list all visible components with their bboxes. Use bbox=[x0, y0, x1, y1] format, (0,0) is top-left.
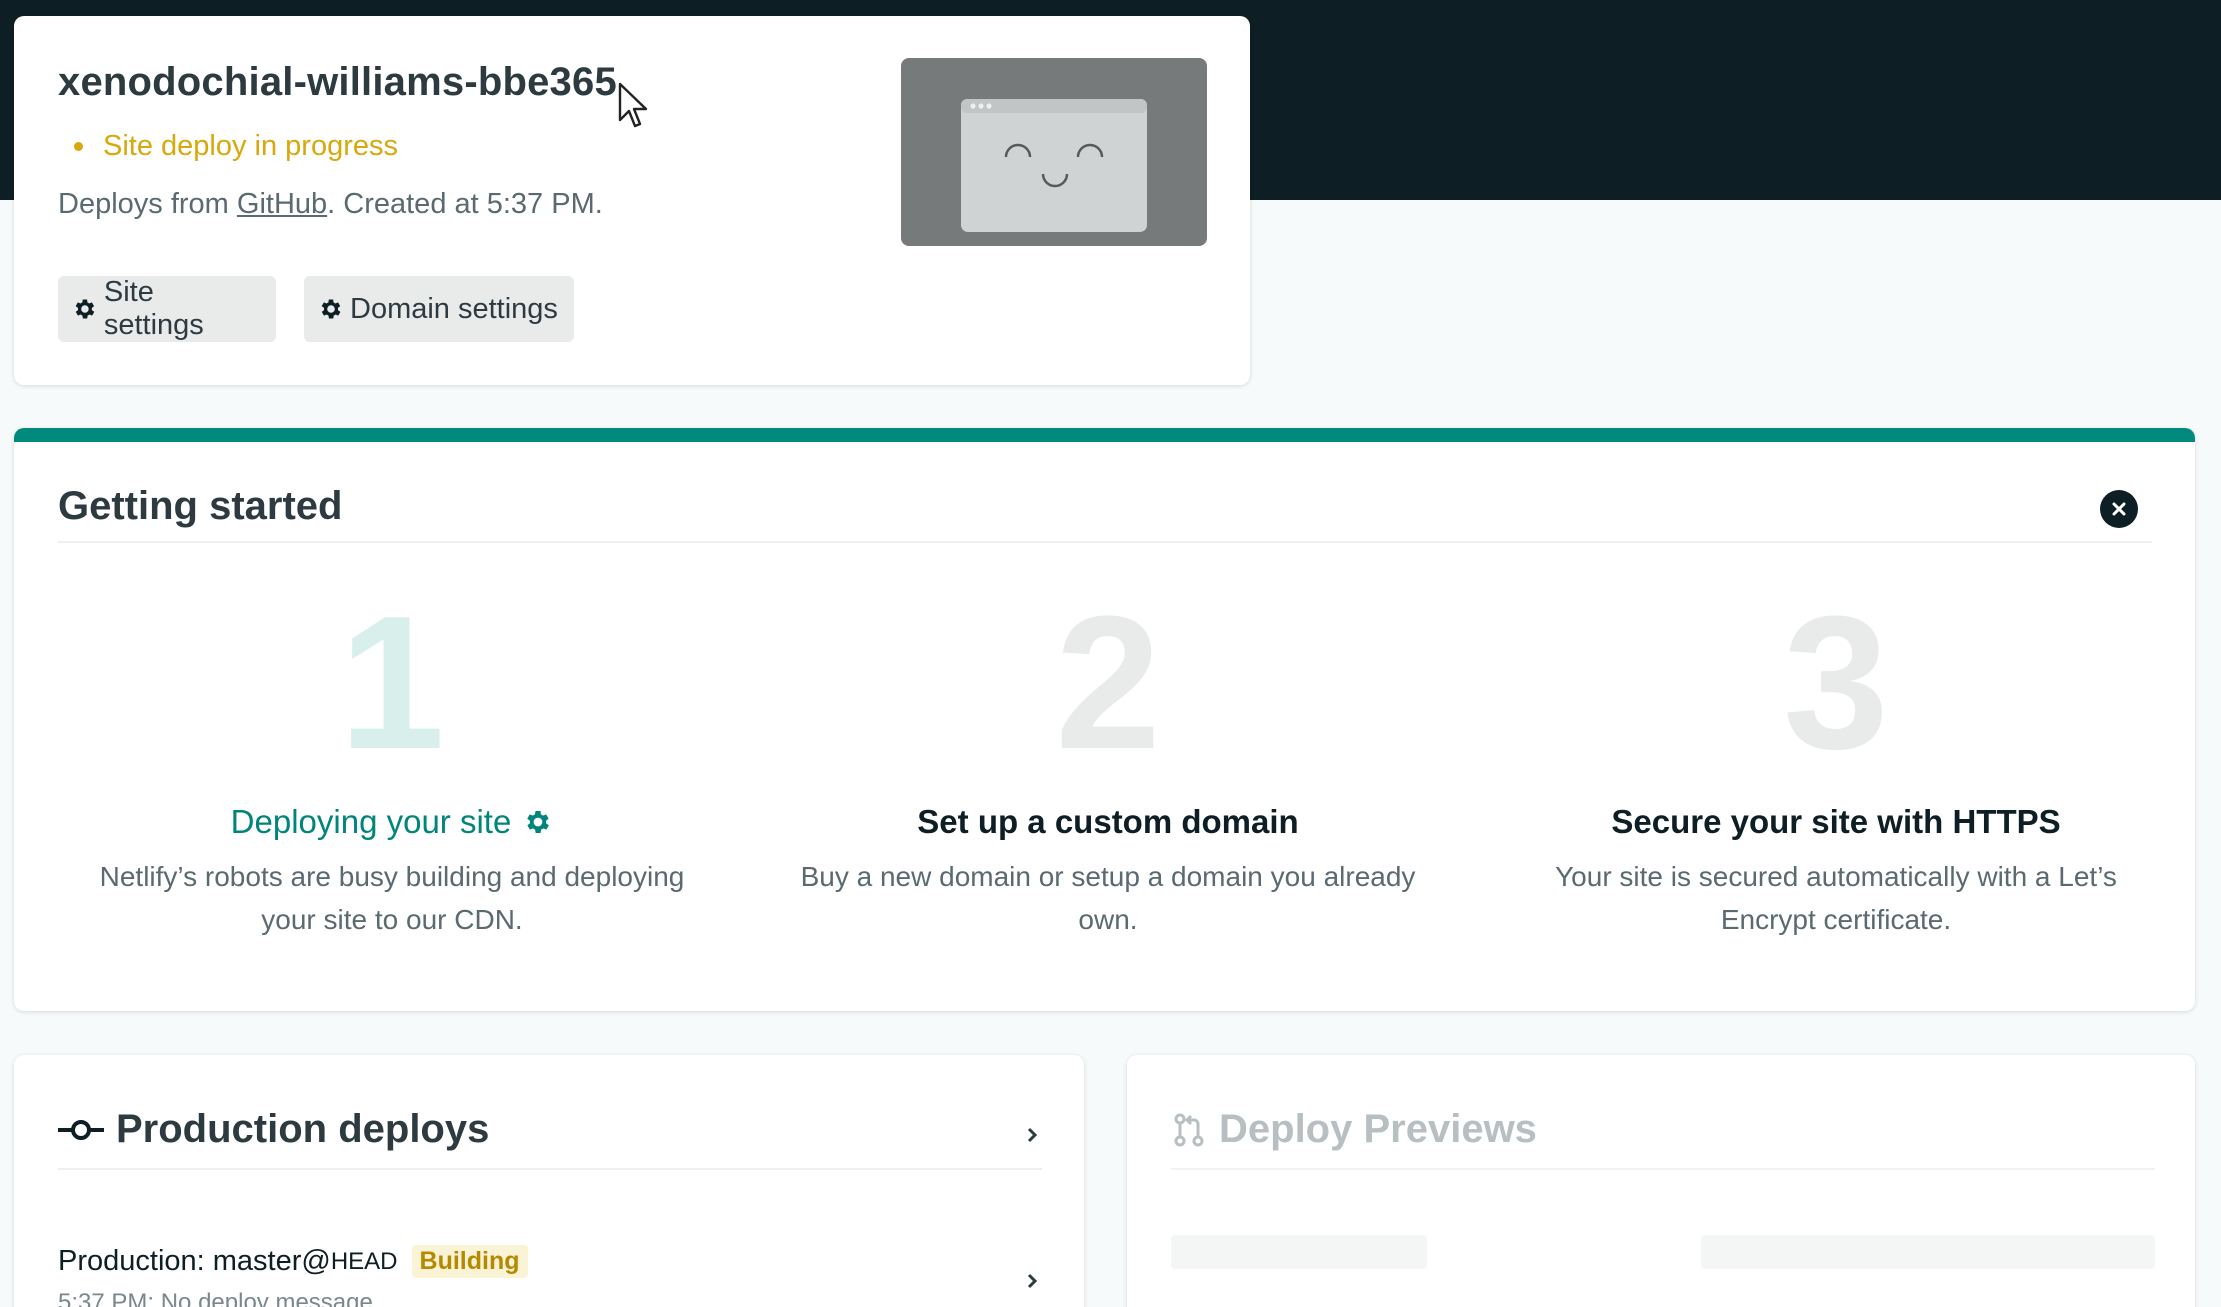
step-https[interactable]: 3 Secure your site with HTTPS Your site … bbox=[1506, 577, 2166, 941]
created-at-text: . Created at 5:37 PM. bbox=[327, 188, 603, 220]
step-number: 1 bbox=[339, 577, 445, 789]
smiley-browser-icon bbox=[961, 99, 1147, 232]
deploy-previews-card: Deploy Previews bbox=[1127, 1055, 2195, 1307]
gear-icon bbox=[75, 299, 95, 319]
gear-spinner-icon bbox=[527, 811, 550, 833]
github-link[interactable]: GitHub bbox=[237, 188, 327, 220]
status-badge: Building bbox=[411, 1245, 528, 1278]
chevron-right-icon[interactable] bbox=[1022, 1125, 1042, 1145]
divider bbox=[58, 1168, 1042, 1170]
site-overview-card: xenodochial-williams-bbe365 Site deploy … bbox=[14, 16, 1250, 385]
deploy-status: Site deploy in progress bbox=[58, 130, 398, 163]
step-description: Netlify’s robots are busy building and d… bbox=[99, 861, 685, 935]
step-deploying: 1 Deploying your site Netlify’s robots a… bbox=[62, 577, 722, 941]
close-button[interactable] bbox=[2100, 490, 2138, 528]
site-settings-button[interactable]: Site settings bbox=[58, 276, 276, 342]
step-number: 3 bbox=[1783, 577, 1889, 789]
domain-settings-label: Domain settings bbox=[350, 292, 558, 325]
divider bbox=[58, 541, 2152, 543]
deploy-previews-header[interactable]: Deploy Previews bbox=[1171, 1107, 1537, 1152]
production-deploys-header[interactable]: Production deploys bbox=[58, 1107, 489, 1152]
getting-started-title: Getting started bbox=[58, 484, 343, 528]
domain-settings-button[interactable]: Domain settings bbox=[304, 276, 574, 342]
step-description: Buy a new domain or setup a domain you a… bbox=[800, 861, 1416, 935]
loading-placeholder bbox=[1701, 1235, 2155, 1269]
site-settings-label: Site settings bbox=[103, 276, 204, 341]
deploy-row[interactable]: Production: master@ HEAD Building bbox=[58, 1245, 528, 1278]
deploy-branch-label: Production: master@ bbox=[58, 1245, 331, 1277]
deploys-prefix: Deploys from bbox=[58, 188, 237, 220]
deploy-previews-title: Deploy Previews bbox=[1219, 1107, 1537, 1151]
step-title-text: Deploying your site bbox=[230, 803, 512, 840]
deploys-from-text: Deploys from GitHub. Created at 5:37 PM. bbox=[58, 188, 603, 221]
close-icon bbox=[2112, 502, 2126, 516]
getting-started-card: Getting started 1 Deploying your site Ne… bbox=[14, 428, 2195, 1011]
site-name: xenodochial-williams-bbe365 bbox=[58, 60, 617, 104]
commit-icon bbox=[58, 1119, 104, 1140]
mouse-cursor-icon bbox=[618, 82, 648, 128]
pull-request-icon bbox=[1174, 1113, 1204, 1146]
production-deploys-card: Production deploys Production: master@ HE… bbox=[14, 1055, 1084, 1307]
status-dot-icon bbox=[74, 142, 83, 151]
accent-bar bbox=[14, 428, 2195, 442]
chevron-right-icon[interactable] bbox=[1022, 1271, 1042, 1291]
site-preview-thumbnail[interactable] bbox=[901, 58, 1207, 246]
step-title: Secure your site with HTTPS bbox=[1611, 803, 2061, 840]
step-title: Deploying your site bbox=[231, 803, 554, 841]
deploy-status-text: Site deploy in progress bbox=[103, 130, 398, 162]
loading-placeholder bbox=[1171, 1235, 1427, 1269]
production-deploys-title: Production deploys bbox=[116, 1107, 490, 1151]
step-custom-domain[interactable]: 2 Set up a custom domain Buy a new domai… bbox=[778, 577, 1438, 941]
step-number: 2 bbox=[1055, 577, 1161, 789]
divider bbox=[1171, 1168, 2155, 1170]
deploy-ref: HEAD bbox=[330, 1247, 398, 1275]
deploy-message: 5:37 PM: No deploy message bbox=[58, 1289, 373, 1307]
gear-icon bbox=[321, 299, 341, 319]
step-title: Set up a custom domain bbox=[917, 803, 1299, 840]
step-description: Your site is secured automatically with … bbox=[1555, 861, 2117, 935]
